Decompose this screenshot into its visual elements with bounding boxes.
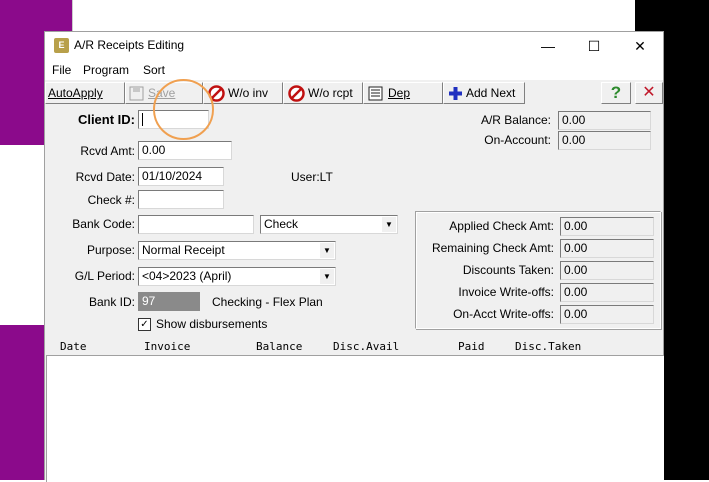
client-id-label: Client ID: [77,112,135,127]
bank-id-field: 97 [138,292,200,311]
help-icon: ? [610,83,622,102]
app-icon: E [54,38,69,53]
purpose-value: Normal Receipt [142,243,225,257]
invoice-writeoffs-label: Invoice Write-offs: [458,285,554,299]
ar-receipts-window: E A/R Receipts Editing — ☐ ✕ File Progra… [44,31,664,482]
applied-check-amt-field: 0.00 [560,217,654,236]
ar-balance-label: A/R Balance: [480,113,551,127]
check-number-label: Check #: [87,193,135,207]
chevron-down-icon[interactable]: ▼ [320,269,334,284]
bank-code-input[interactable] [138,215,254,234]
rcvd-amt-input[interactable]: 0.00 [138,141,232,160]
toolbar: AutoApply Save W/o inv W/o rcpt Dep Add … [45,80,663,106]
purpose-label: Purpose: [86,243,135,257]
on-account-label: On-Account: [484,133,551,147]
on-acct-writeoffs-field: 0.00 [560,305,654,324]
show-disbursements-label: Show disbursements [156,317,268,331]
bank-id-label: Bank ID: [88,295,135,309]
payment-type-select[interactable]: Check ▼ [260,215,398,234]
bank-name: Checking - Flex Plan [212,295,323,309]
on-account-field: 0.00 [558,131,651,150]
remaining-check-amt-label: Remaining Check Amt: [431,241,554,255]
window-title: A/R Receipts Editing [74,38,185,52]
gl-period-label: G/L Period: [74,269,135,283]
highlight-ring [153,79,214,140]
column-header-disc-taken[interactable]: Disc.Taken [515,340,581,353]
text-cursor [142,113,143,127]
menu-program[interactable]: Program [83,63,129,77]
plus-icon [449,87,462,100]
autoapply-button[interactable]: AutoApply [45,82,125,104]
remaining-check-amt-field: 0.00 [560,239,654,258]
column-header-disc-avail[interactable]: Disc.Avail [333,340,399,353]
maximize-button[interactable]: ☐ [571,32,617,60]
invoice-grid[interactable] [46,355,664,482]
save-icon [129,86,144,101]
no-sign-icon [288,85,305,102]
rcvd-date-label: Rcvd Date: [75,170,135,184]
menu-file[interactable]: File [52,63,71,77]
writeoff-invoice-button[interactable]: W/o inv [203,82,283,104]
on-acct-writeoffs-label: On-Acct Write-offs: [453,307,554,321]
deposit-button[interactable]: Dep [363,82,443,104]
deposit-label: Dep [388,86,411,100]
writeoff-receipt-label: W/o rcpt [308,86,353,100]
gl-period-select[interactable]: <04>2023 (April) ▼ [138,267,336,286]
gl-period-value: <04>2023 (April) [142,269,232,283]
add-next-button[interactable]: Add Next [443,82,525,104]
writeoff-invoice-label: W/o inv [228,86,269,100]
discounts-taken-label: Discounts Taken: [462,263,554,277]
bank-code-label: Bank Code: [72,217,135,231]
discounts-taken-field: 0.00 [560,261,654,280]
column-header-paid[interactable]: Paid [458,340,485,353]
close-form-button[interactable]: ✕ [635,82,663,104]
close-window-button[interactable]: ✕ [617,32,663,60]
autoapply-label: AutoApply [48,86,103,100]
minimize-button[interactable]: — [525,32,571,60]
column-header-balance[interactable]: Balance [256,340,302,353]
close-icon: ✕ [642,84,656,101]
add-next-label: Add Next [466,86,516,100]
ar-balance-field: 0.00 [558,111,651,130]
applied-check-amt-label: Applied Check Amt: [449,219,554,233]
check-number-input[interactable] [138,190,224,209]
rcvd-date-input[interactable]: 01/10/2024 [138,167,224,186]
chevron-down-icon[interactable]: ▼ [382,217,396,232]
purpose-select[interactable]: Normal Receipt ▼ [138,241,336,260]
column-header-invoice[interactable]: Invoice [144,340,190,353]
help-button[interactable]: ? [601,82,631,104]
rcvd-amt-label: Rcvd Amt: [80,144,135,158]
column-header-date[interactable]: Date [60,340,87,353]
menu-sort[interactable]: Sort [143,63,165,77]
payment-type-value: Check [264,217,299,231]
grid-header: Date Invoice Balance Disc.Avail Paid Dis… [45,337,663,355]
desktop-window-behind [72,0,637,31]
chevron-down-icon[interactable]: ▼ [320,243,334,258]
title-bar: E A/R Receipts Editing — ☐ ✕ [45,32,663,60]
deposit-slip-icon [368,86,383,101]
invoice-writeoffs-field: 0.00 [560,283,654,302]
menu-bar: File Program Sort [45,60,663,80]
user-text: User:LT [291,170,333,184]
show-disbursements-checkbox[interactable]: ✓ [138,318,151,331]
writeoff-receipt-button[interactable]: W/o rcpt [283,82,363,104]
desktop-background-left-lower [0,325,44,480]
